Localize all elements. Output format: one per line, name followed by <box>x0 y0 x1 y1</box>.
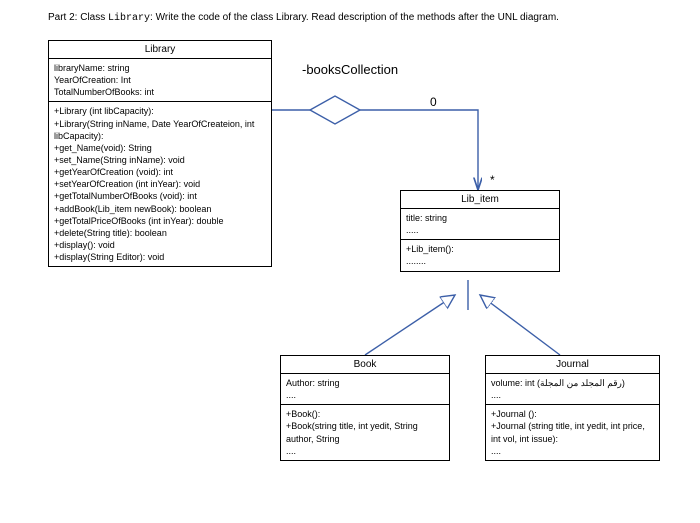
op-row: +Lib_item(): <box>406 243 554 255</box>
class-libitem-ops: +Lib_item(): ........ <box>401 240 559 270</box>
attr-row: volume: int (رقم المجلد من المجلة) <box>491 377 654 389</box>
attr-row: TotalNumberOfBooks: int <box>54 86 266 98</box>
op-row: +Journal (): <box>491 408 654 420</box>
attr-row: YearOfCreation: Int <box>54 74 266 86</box>
attr-row: title: string <box>406 212 554 224</box>
op-row: .... <box>286 445 444 457</box>
op-row: +set_Name(String inName): void <box>54 154 266 166</box>
class-book: Book Author: string .... +Book(): +Book(… <box>280 355 450 461</box>
class-library: Library libraryName: string YearOfCreati… <box>48 40 272 267</box>
op-row: .... <box>491 445 654 457</box>
attr-row: ..... <box>406 224 554 236</box>
title-classname: Library <box>108 13 150 24</box>
op-row: +Library(String inName, Date YearOfCreat… <box>54 118 266 142</box>
attr-row: libraryName: string <box>54 62 266 74</box>
attr-row: .... <box>491 389 654 401</box>
op-row: +display(String Editor): void <box>54 251 266 263</box>
class-journal-attrs: volume: int (رقم المجلد من المجلة) .... <box>486 374 659 405</box>
class-libitem-name: Lib_item <box>401 191 559 209</box>
class-libitem-attrs: title: string ..... <box>401 209 559 240</box>
op-row: +getTotalNumberOfBooks (void): int <box>54 190 266 202</box>
class-library-attrs: libraryName: string YearOfCreation: Int … <box>49 59 271 102</box>
op-row: ........ <box>406 255 554 267</box>
multiplicity-libitem: * <box>490 173 495 187</box>
op-row: +display(): void <box>54 239 266 251</box>
op-row: +Book(string title, int yedit, String au… <box>286 420 444 444</box>
association-label: -booksCollection <box>302 62 398 77</box>
title-rest: : Write the code of the class Library. R… <box>150 12 559 23</box>
op-row: +addBook(Lib_item newBook): boolean <box>54 203 266 215</box>
attr-row: .... <box>286 389 444 401</box>
op-row: +Book(): <box>286 408 444 420</box>
title-prefix: Part 2: Class <box>48 12 108 23</box>
op-row: +delete(String title): boolean <box>54 227 266 239</box>
class-journal-name: Journal <box>486 356 659 374</box>
class-journal: Journal volume: int (رقم المجلد من المجل… <box>485 355 660 461</box>
multiplicity-library: 0 <box>430 95 437 109</box>
page-title: Part 2: Class Library: Write the code of… <box>48 12 559 24</box>
op-row: +Journal (string title, int yedit, int p… <box>491 420 654 444</box>
op-row: +get_Name(void): String <box>54 142 266 154</box>
class-book-attrs: Author: string .... <box>281 374 449 405</box>
class-journal-ops: +Journal (): +Journal (string title, int… <box>486 405 659 460</box>
op-row: +getYearOfCreation (void): int <box>54 166 266 178</box>
class-book-name: Book <box>281 356 449 374</box>
op-row: +setYearOfCreation (int inYear): void <box>54 178 266 190</box>
op-row: +Library (int libCapacity): <box>54 105 266 117</box>
class-library-name: Library <box>49 41 271 59</box>
class-book-ops: +Book(): +Book(string title, int yedit, … <box>281 405 449 460</box>
attr-row: Author: string <box>286 377 444 389</box>
class-library-ops: +Library (int libCapacity): +Library(Str… <box>49 102 271 266</box>
class-libitem: Lib_item title: string ..... +Lib_item()… <box>400 190 560 272</box>
op-row: +getTotalPriceOfBooks (int inYear): doub… <box>54 215 266 227</box>
